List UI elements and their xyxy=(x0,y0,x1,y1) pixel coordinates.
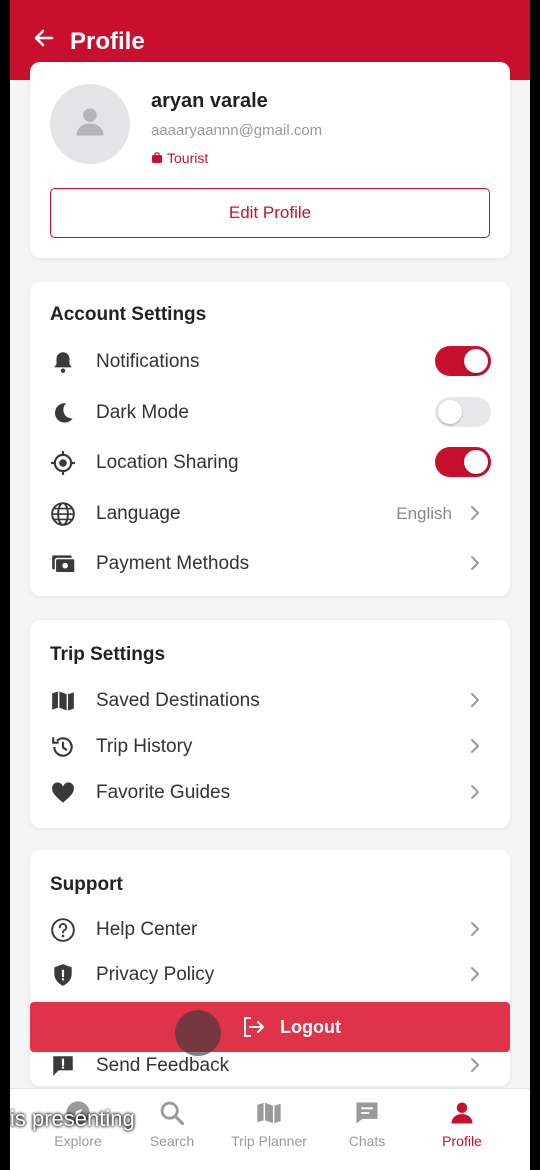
help-circle-icon xyxy=(51,918,75,942)
settings-row-label: Dark Mode xyxy=(96,402,189,423)
bell-icon xyxy=(54,352,72,373)
settings-row-dark-mode[interactable]: Dark Mode xyxy=(30,390,510,434)
account-settings-card: Account Settings Notifications Dark Mode… xyxy=(30,282,510,596)
chevron-right-icon xyxy=(471,785,479,799)
dark-mode-toggle[interactable] xyxy=(435,397,491,427)
search-icon xyxy=(160,1101,185,1126)
settings-row-label: Language xyxy=(96,503,181,524)
nav-label: Search xyxy=(149,1133,195,1149)
map-icon xyxy=(257,1102,281,1124)
trip-row-label: Favorite Guides xyxy=(96,782,231,803)
trip-row-saved-destinations[interactable]: Saved Destinations xyxy=(30,678,510,722)
chevron-right-icon xyxy=(471,922,479,936)
support-row-help-center[interactable]: Help Center xyxy=(30,907,510,951)
trip-row-label: Saved Destinations xyxy=(96,690,260,711)
nav-label: Profile xyxy=(442,1133,482,1149)
nav-trip-planner[interactable]: Trip Planner xyxy=(221,1099,317,1163)
moon-icon xyxy=(54,403,73,423)
shield-icon xyxy=(54,964,72,986)
section-title: Account Settings xyxy=(50,304,207,325)
trip-row-label: Trip History xyxy=(96,736,193,757)
notifications-toggle[interactable] xyxy=(435,346,491,376)
language-value: English xyxy=(396,504,452,523)
settings-row-payment-methods[interactable]: Payment Methods xyxy=(30,541,510,585)
settings-row-label: Payment Methods xyxy=(96,553,250,574)
chevron-right-icon xyxy=(471,506,479,520)
nav-search[interactable]: Search xyxy=(124,1099,220,1163)
nav-chats[interactable]: Chats xyxy=(319,1099,415,1163)
trip-row-trip-history[interactable]: Trip History xyxy=(30,724,510,768)
page-title: Profile xyxy=(70,28,145,55)
profile-card: aryan varale aaaaryaannn@gmail.com Touri… xyxy=(30,62,510,258)
person-icon xyxy=(451,1102,473,1124)
logout-icon xyxy=(244,1017,264,1037)
settings-row-label: Location Sharing xyxy=(96,452,239,473)
location-sharing-toggle[interactable] xyxy=(435,447,491,477)
location-crosshair-icon xyxy=(51,451,75,475)
avatar[interactable] xyxy=(50,84,130,164)
back-arrow-icon[interactable] xyxy=(32,26,56,50)
nav-profile[interactable]: Profile xyxy=(414,1099,510,1163)
role-label: Tourist xyxy=(167,150,209,166)
logout-label: Logout xyxy=(280,1017,341,1037)
section-title: Support xyxy=(50,874,123,895)
chevron-right-icon xyxy=(471,739,479,753)
heart-icon xyxy=(52,782,74,803)
toggle-knob xyxy=(438,400,462,424)
touch-indicator xyxy=(175,1010,221,1056)
chevron-right-icon xyxy=(471,693,479,707)
chat-icon xyxy=(356,1102,378,1124)
chevron-right-icon xyxy=(471,967,479,981)
settings-row-language[interactable]: Language English xyxy=(30,491,510,535)
nav-label: Explore xyxy=(54,1133,102,1149)
toggle-knob xyxy=(464,450,488,474)
person-icon xyxy=(76,108,104,136)
edit-profile-button[interactable]: Edit Profile xyxy=(50,188,490,238)
support-row-label: Help Center xyxy=(96,919,198,940)
feedback-icon xyxy=(53,1056,73,1076)
support-row-privacy-policy[interactable]: Privacy Policy xyxy=(30,952,510,996)
chevron-right-icon xyxy=(471,556,479,570)
support-row-label: Privacy Policy xyxy=(96,964,215,985)
section-title: Trip Settings xyxy=(50,644,166,665)
logout-button[interactable]: Logout xyxy=(30,1002,510,1052)
nav-label: Chats xyxy=(348,1133,386,1149)
trip-settings-card: Trip Settings Saved Destinations Trip Hi… xyxy=(30,620,510,828)
profile-email: aaaaryaannn@gmail.com xyxy=(151,122,323,139)
map-icon xyxy=(52,691,74,711)
settings-row-label: Notifications xyxy=(96,351,200,372)
profile-name: aryan varale xyxy=(151,90,268,112)
payment-icon xyxy=(52,555,76,574)
support-row-label: Send Feedback xyxy=(96,1055,230,1076)
trip-row-favorite-guides[interactable]: Favorite Guides xyxy=(30,770,510,814)
history-icon xyxy=(52,737,73,757)
nav-label: Trip Planner xyxy=(231,1133,307,1149)
settings-row-location-sharing[interactable]: Location Sharing xyxy=(30,440,510,484)
globe-icon xyxy=(51,502,75,526)
tourist-icon xyxy=(152,152,162,163)
toggle-knob xyxy=(464,349,488,373)
chevron-right-icon xyxy=(471,1058,479,1072)
video-caption: is presenting xyxy=(10,1106,135,1131)
app-screen: Profile aryan varale aaaaryaannn@gmail.c… xyxy=(10,0,530,1170)
role-badge: Tourist xyxy=(151,150,208,166)
settings-row-notifications[interactable]: Notifications xyxy=(30,339,510,383)
